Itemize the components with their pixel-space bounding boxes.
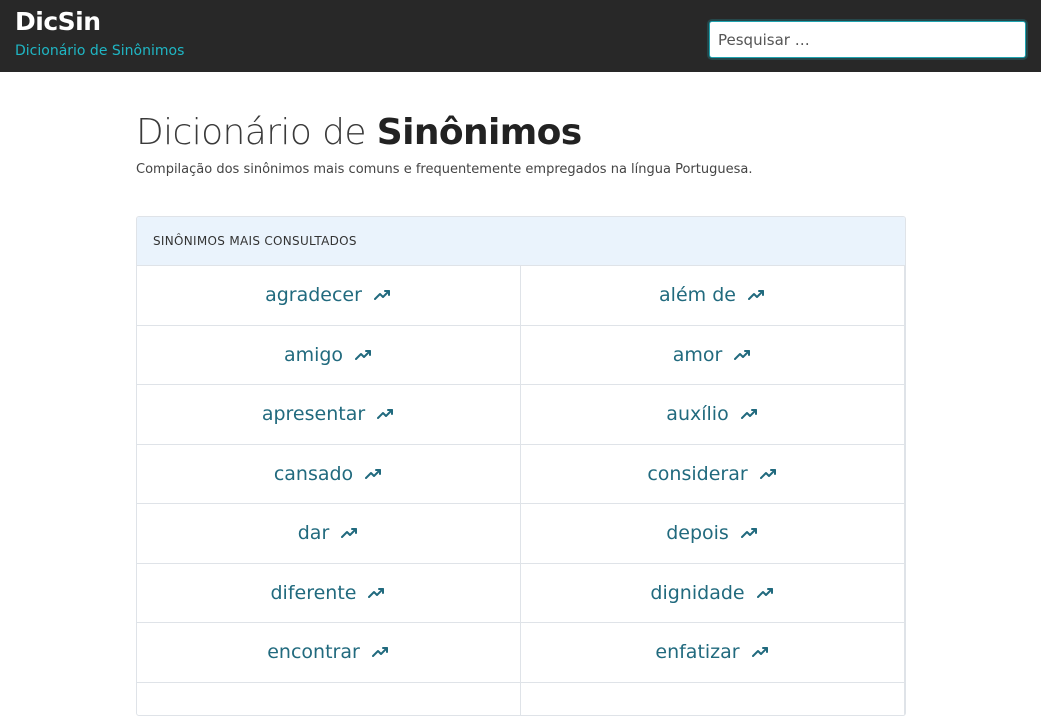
synonym-grid: agradecer além de amigo amor apresentar auxíl…: [137, 266, 905, 716]
trending-up-icon: [741, 408, 759, 420]
synonym-link[interactable]: dignidade: [521, 564, 905, 624]
page-subtitle: Compilação dos sinônimos mais comuns e f…: [136, 162, 752, 177]
synonym-link[interactable]: depois: [521, 504, 905, 564]
synonym-word: depois: [666, 522, 729, 544]
trending-up-icon: [341, 527, 359, 539]
synonym-word: diferente: [271, 582, 357, 604]
synonym-word: dar: [298, 522, 330, 544]
synonym-word: agradecer: [265, 284, 362, 306]
synonym-link[interactable]: dar: [137, 504, 521, 564]
trending-up-icon: [741, 527, 759, 539]
page-title-light: Dicionário de: [136, 112, 366, 153]
synonym-link[interactable]: [137, 683, 521, 716]
trending-up-icon: [760, 468, 778, 480]
trending-up-icon: [374, 289, 392, 301]
synonym-word: amor: [673, 344, 723, 366]
synonym-word: amigo: [284, 344, 343, 366]
trending-up-icon: [372, 646, 390, 658]
synonym-word: enfatizar: [655, 641, 739, 663]
synonym-word: além de: [659, 284, 736, 306]
top-navbar: DicSin Dicionário de Sinônimos: [0, 0, 1041, 72]
synonym-link[interactable]: amigo: [137, 326, 521, 386]
brand-tagline[interactable]: Dicionário de Sinônimos: [15, 43, 184, 59]
trending-up-icon: [355, 349, 373, 361]
synonym-word: encontrar: [267, 641, 360, 663]
trending-up-icon: [748, 289, 766, 301]
trending-up-icon: [365, 468, 383, 480]
synonym-link[interactable]: diferente: [137, 564, 521, 624]
trending-up-icon: [734, 349, 752, 361]
synonym-link[interactable]: considerar: [521, 445, 905, 505]
synonym-word: cansado: [274, 463, 353, 485]
trending-up-icon: [368, 587, 386, 599]
synonym-word: apresentar: [262, 403, 365, 425]
synonym-link[interactable]: encontrar: [137, 623, 521, 683]
synonym-word: dignidade: [650, 582, 744, 604]
synonym-link[interactable]: enfatizar: [521, 623, 905, 683]
synonym-link[interactable]: apresentar: [137, 385, 521, 445]
synonym-link[interactable]: auxílio: [521, 385, 905, 445]
trending-up-icon: [377, 408, 395, 420]
synonym-link[interactable]: além de: [521, 266, 905, 326]
trending-up-icon: [757, 587, 775, 599]
page-title-bold: Sinônimos: [377, 112, 582, 153]
synonym-link[interactable]: cansado: [137, 445, 521, 505]
synonym-link[interactable]: agradecer: [137, 266, 521, 326]
synonym-word: auxílio: [666, 403, 728, 425]
synonym-word: considerar: [647, 463, 747, 485]
most-consulted-panel: SINÔNIMOS MAIS CONSULTADOS agradecer além…: [136, 216, 906, 716]
search-input[interactable]: [709, 21, 1026, 58]
trending-up-icon: [752, 646, 770, 658]
page-title: Dicionário de Sinônimos: [136, 112, 582, 153]
brand-logo[interactable]: DicSin: [15, 7, 101, 36]
synonym-link[interactable]: [521, 683, 905, 716]
panel-heading: SINÔNIMOS MAIS CONSULTADOS: [137, 217, 905, 266]
synonym-link[interactable]: amor: [521, 326, 905, 386]
